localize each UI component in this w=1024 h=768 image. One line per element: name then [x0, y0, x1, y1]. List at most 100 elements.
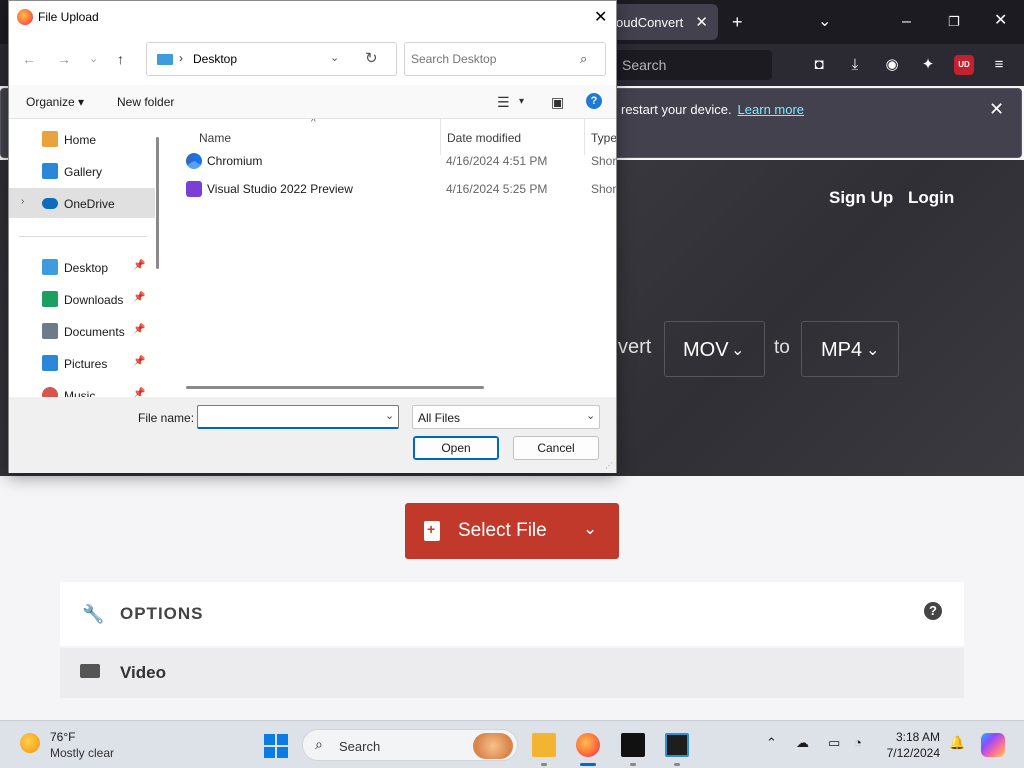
extensions-icon[interactable]: ✦ [919, 56, 937, 74]
pin-icon: 📌 [133, 356, 146, 367]
start-button[interactable] [264, 734, 288, 758]
open-button[interactable]: Open [413, 436, 499, 460]
onedrive-icon [42, 198, 58, 209]
pocket-icon[interactable]: ◘ [810, 56, 828, 74]
new-folder-button[interactable]: New folder [117, 95, 174, 109]
display-icon[interactable]: ▭ [828, 735, 840, 751]
recent-locations-chevron-icon[interactable]: ⌄ [89, 52, 98, 65]
tray-overflow-chevron-icon[interactable]: ⌃ [766, 735, 777, 751]
cloud-offline-icon[interactable]: ☁ [796, 735, 809, 751]
chevron-down-icon: ⌄ [586, 410, 596, 422]
file-list-scrollbar[interactable] [186, 386, 484, 389]
expand-chevron-icon[interactable]: › [21, 196, 24, 207]
file-type-select[interactable]: All Files ⌄ [412, 405, 600, 429]
file-name-label: File name: [138, 411, 195, 425]
tab-title: oudConvert [616, 15, 684, 30]
nav-item-label: Music [64, 389, 96, 397]
cancel-button[interactable]: Cancel [513, 436, 599, 460]
nav-scrollbar[interactable] [156, 137, 159, 269]
dialog-search-box[interactable]: ⌕ [404, 42, 606, 76]
select-file-button[interactable]: Select File ⌄ [405, 503, 619, 559]
weather-temp[interactable]: 76°F [50, 730, 75, 744]
pin-icon: 📌 [133, 324, 146, 335]
url-bar[interactable]: Search [610, 50, 772, 80]
tab-close-icon[interactable]: ✕ [695, 13, 708, 31]
file-date: 4/16/2024 4:51 PM [446, 154, 548, 168]
refresh-icon[interactable]: ↻ [365, 49, 378, 67]
column-header-name[interactable]: Name [199, 131, 231, 145]
nav-item-music[interactable]: Music 📌 [9, 380, 149, 397]
menu-icon[interactable]: ≡ [990, 56, 1008, 74]
resize-grip-icon[interactable]: ⋰ [605, 461, 613, 470]
chevron-down-icon[interactable]: ⌄ [385, 409, 394, 422]
firefox-taskbar-icon[interactable] [576, 733, 600, 757]
address-bar[interactable]: › Desktop ⌄ ↻ [146, 42, 397, 76]
nav-divider [19, 236, 147, 237]
file-row-visual-studio[interactable]: Visual Studio 2022 Preview 4/16/2024 5:2… [164, 175, 616, 203]
ublock-icon[interactable]: UD [954, 55, 974, 75]
nav-item-home[interactable]: Home [9, 124, 149, 154]
tab-list-chevron-icon[interactable]: ⌄ [818, 14, 831, 30]
minimize-icon[interactable]: – [902, 14, 911, 30]
dialog-search-input[interactable] [411, 50, 571, 68]
nav-item-downloads[interactable]: Downloads 📌 [9, 284, 149, 314]
weather-icon[interactable] [20, 733, 40, 753]
nav-item-pictures[interactable]: Pictures 📌 [9, 348, 149, 378]
command-bar: Organize ▾ New folder ☰ ▾ ▣ ? [9, 85, 616, 119]
file-name-input[interactable] [202, 409, 378, 425]
music-icon [42, 387, 58, 397]
address-dropdown-icon[interactable]: ⌄ [330, 51, 339, 64]
chevron-down-icon[interactable]: ⌄ [583, 519, 597, 539]
taskbar-search[interactable]: ⌕ Search [302, 729, 518, 761]
select-file-label: Select File [458, 520, 547, 541]
file-row-chromium[interactable]: Chromium 4/16/2024 4:51 PM Short [164, 147, 616, 175]
navigation-pane: Home Gallery › OneDrive Desktop 📌 Downlo… [9, 119, 164, 397]
nav-item-desktop[interactable]: Desktop 📌 [9, 252, 149, 282]
search-highlight-icon [473, 733, 513, 759]
video-editor-icon[interactable] [665, 733, 689, 757]
notification-close-icon[interactable]: ✕ [989, 99, 1004, 120]
column-header-date-modified[interactable]: Date modified [447, 131, 521, 145]
learn-more-link[interactable]: Learn more [738, 102, 804, 117]
forward-arrow-icon[interactable]: → [57, 51, 71, 67]
back-arrow-icon[interactable]: ← [22, 51, 36, 67]
chevron-down-icon: ⌄ [731, 342, 745, 359]
downloads-arrow-icon[interactable]: ⤓ [846, 56, 864, 74]
help-icon[interactable]: ? [586, 93, 602, 109]
network-icon[interactable]: ◔ [854, 735, 862, 750]
signup-link[interactable]: Sign Up [829, 188, 893, 208]
nav-item-documents[interactable]: Documents 📌 [9, 316, 149, 346]
tab-cloudconvert[interactable]: oudConvert ✕ [600, 4, 718, 40]
preview-pane-icon[interactable]: ▣ [551, 94, 564, 111]
nav-item-onedrive[interactable]: › OneDrive [9, 188, 155, 218]
column-header-type[interactable]: Type [591, 131, 616, 145]
pin-icon: 📌 [133, 388, 146, 397]
dialog-close-icon[interactable]: ✕ [594, 7, 607, 27]
file-name-field[interactable]: ⌄ [197, 405, 399, 429]
nav-item-label: Home [64, 133, 97, 147]
nav-item-label: Pictures [64, 357, 108, 371]
notification-bell-icon[interactable]: 🔔 [949, 735, 965, 751]
login-link[interactable]: Login [908, 188, 954, 208]
to-format-select[interactable]: MP4 ⌄ [801, 321, 899, 377]
view-options-icon[interactable]: ☰ [497, 94, 510, 111]
desktop-folder-icon [157, 54, 173, 65]
video-section-header[interactable]: Video [60, 648, 964, 698]
up-arrow-icon[interactable]: ↑ [117, 51, 124, 67]
from-format-select[interactable]: MOV ⌄ [664, 321, 765, 377]
view-dropdown-icon[interactable]: ▾ [519, 96, 524, 107]
dialog-title-bar: File Upload ✕ [9, 1, 616, 33]
window-close-icon[interactable]: ✕ [994, 13, 1007, 29]
terminal-app-icon[interactable] [621, 733, 645, 757]
account-icon[interactable]: ◉ [883, 56, 901, 74]
help-icon[interactable]: ? [924, 602, 942, 620]
organize-button[interactable]: Organize ▾ [26, 95, 84, 109]
new-tab-icon[interactable]: + [732, 13, 743, 31]
weather-desc[interactable]: Mostly clear [50, 746, 114, 760]
copilot-icon[interactable] [981, 733, 1005, 757]
restore-icon[interactable]: ❐ [948, 14, 960, 30]
file-explorer-icon[interactable] [532, 733, 556, 757]
url-bar-placeholder: Search [622, 57, 667, 73]
pictures-icon [42, 355, 58, 371]
nav-item-gallery[interactable]: Gallery [9, 156, 149, 186]
